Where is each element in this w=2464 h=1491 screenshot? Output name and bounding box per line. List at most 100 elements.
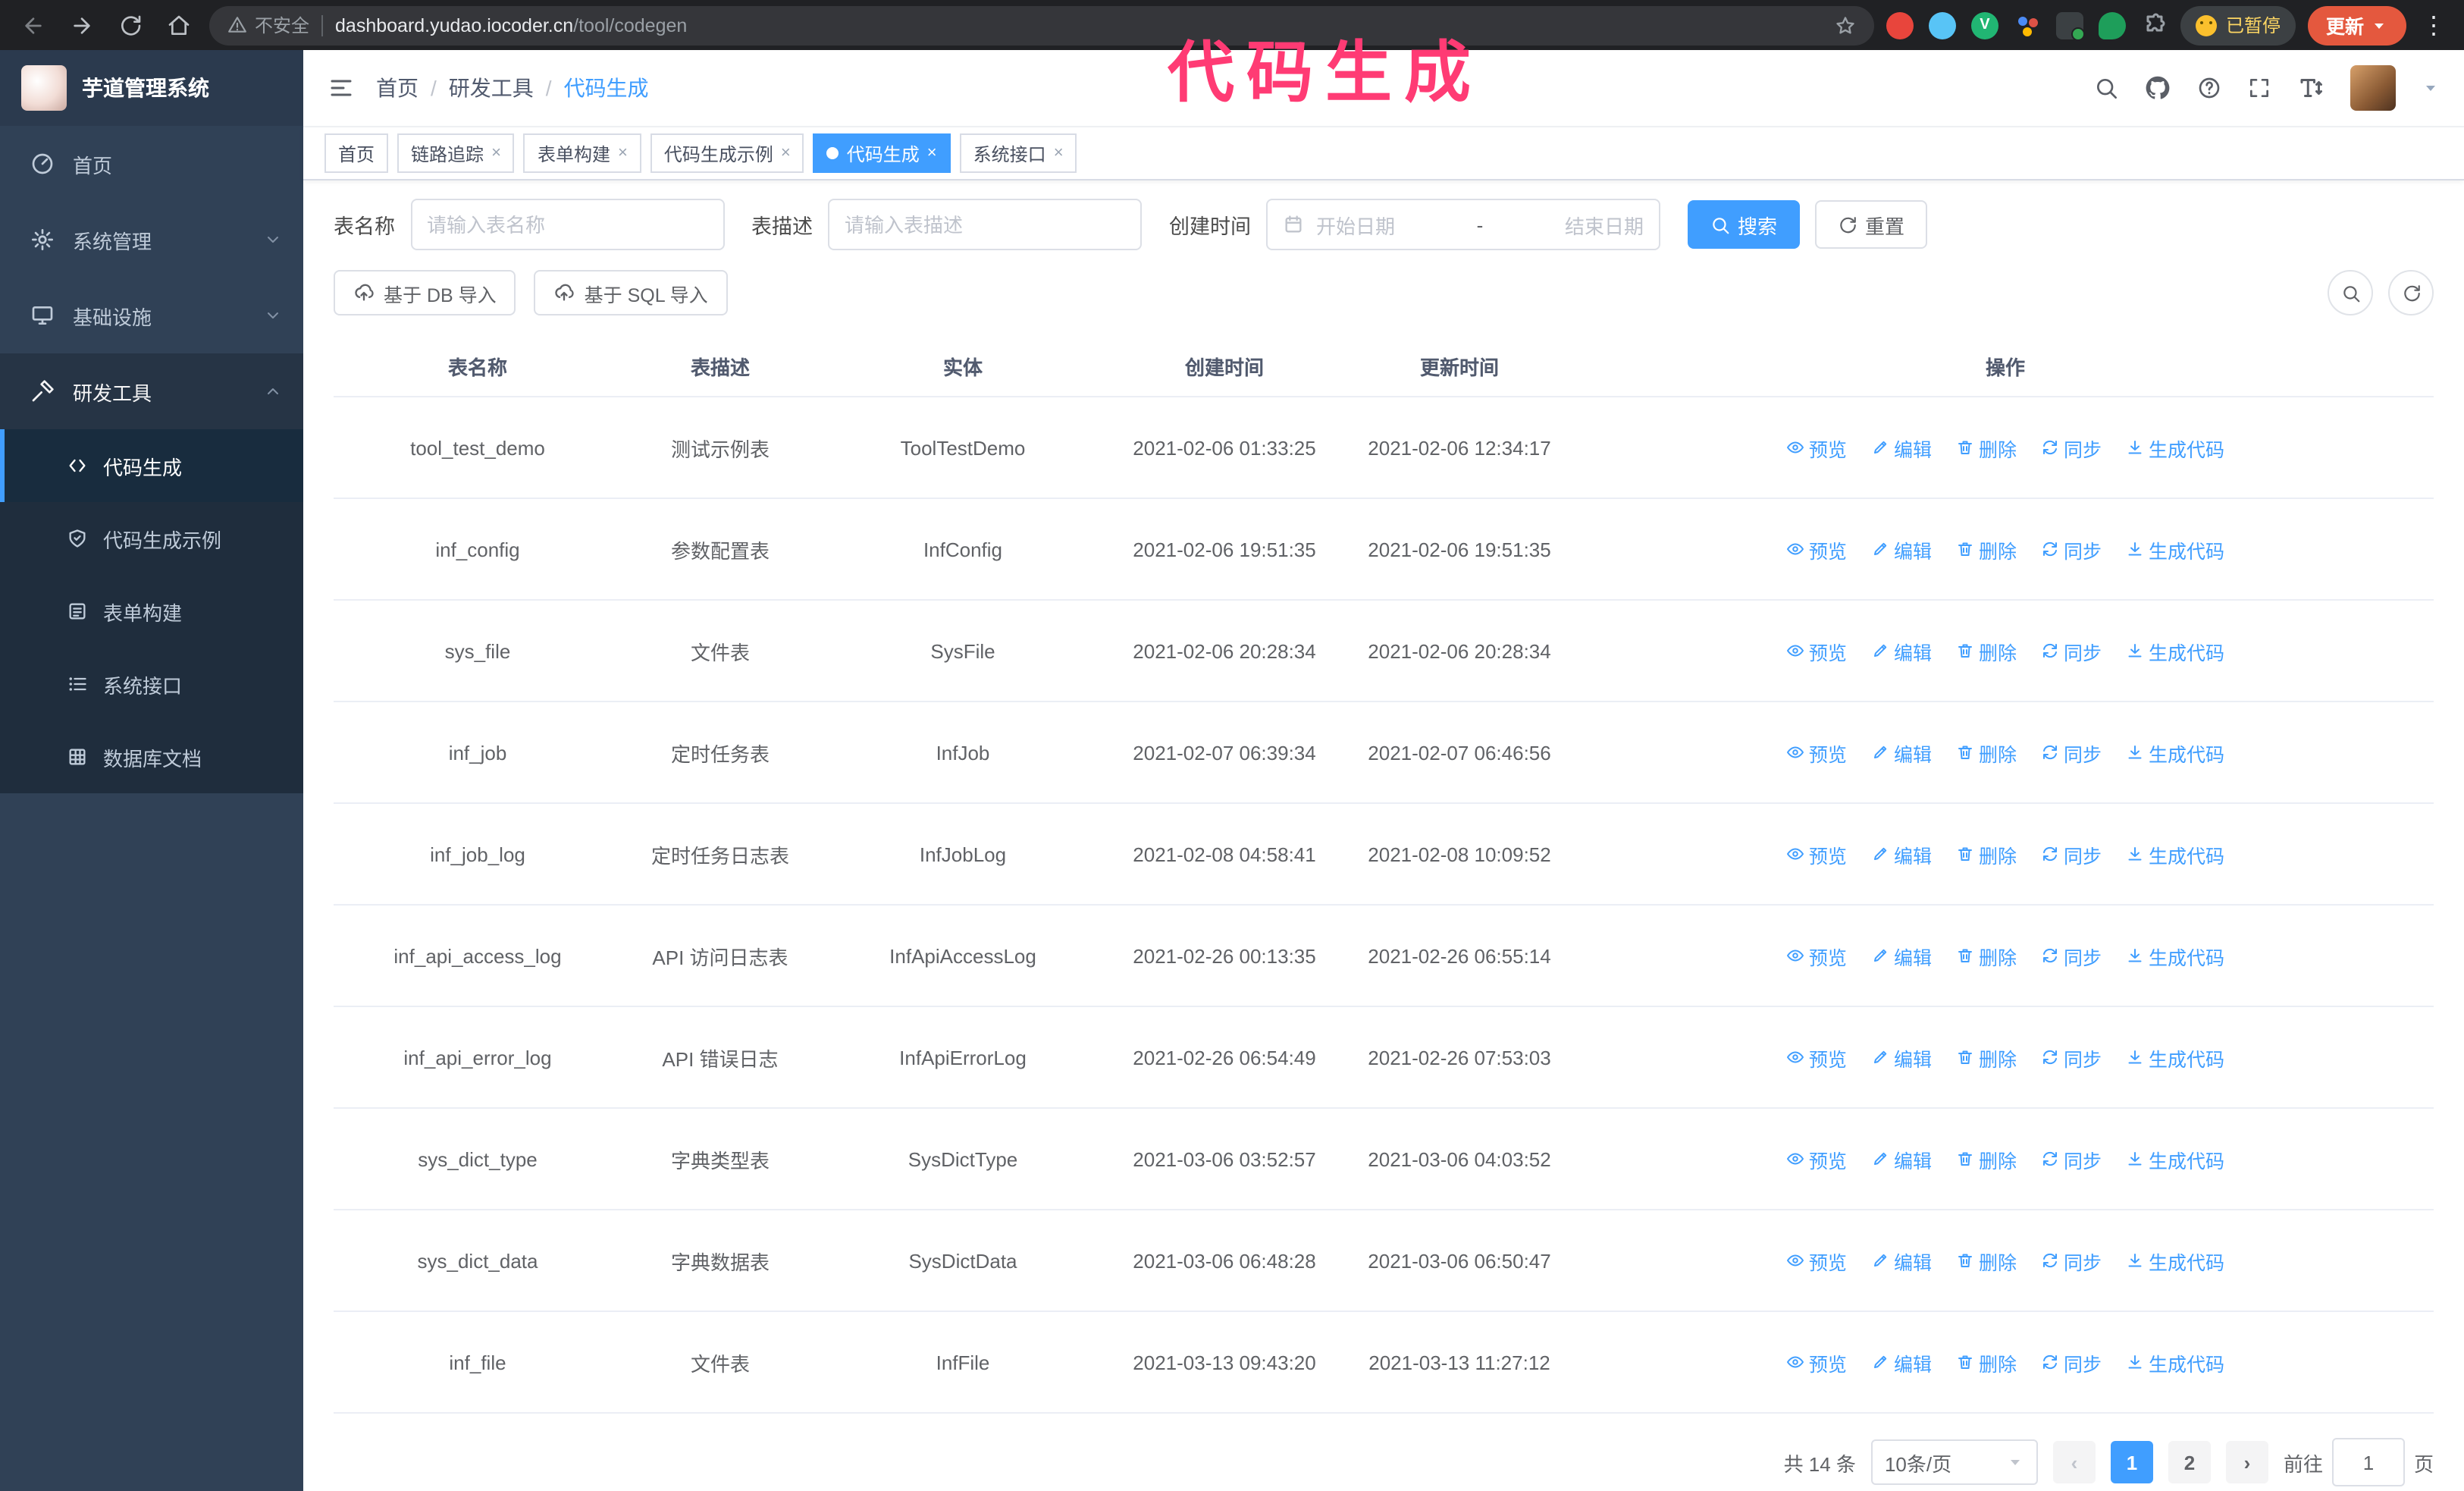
reset-button[interactable]: 重置 [1815,200,1928,249]
chevron-down-icon[interactable] [2422,79,2440,97]
action-preview-link[interactable]: 预览 [1786,738,1847,767]
extension-icon-1[interactable] [1886,11,1914,39]
close-icon[interactable]: × [927,144,937,162]
next-page-button[interactable]: › [2225,1441,2268,1483]
extension-icon-6[interactable] [2098,11,2126,39]
close-icon[interactable]: × [781,144,791,162]
action-delete-link[interactable]: 删除 [1956,433,2017,462]
close-icon[interactable]: × [491,144,501,162]
action-sync-link[interactable]: 同步 [2041,1246,2102,1275]
action-edit-link[interactable]: 编辑 [1871,433,1932,462]
action-delete-link[interactable]: 删除 [1956,840,2017,868]
action-edit-link[interactable]: 编辑 [1871,941,1932,970]
github-icon[interactable] [2144,74,2171,102]
action-sync-link[interactable]: 同步 [2041,941,2102,970]
sidebar-item-form-builder[interactable]: 表单构建 [0,575,303,648]
action-delete-link[interactable]: 删除 [1956,1144,2017,1173]
action-generate-link[interactable]: 生成代码 [2126,1043,2224,1072]
page-size-select[interactable]: 10条/页 [1870,1439,2038,1485]
sidebar-item-home[interactable]: 首页 [0,126,303,202]
action-edit-link[interactable]: 编辑 [1871,1144,1932,1173]
action-delete-link[interactable]: 删除 [1956,636,2017,665]
refresh-table-button[interactable] [2388,270,2434,315]
extension-icon-4[interactable] [2014,11,2041,39]
action-delete-link[interactable]: 删除 [1956,1246,2017,1275]
help-icon[interactable] [2197,76,2221,100]
sidebar-item-devtools[interactable]: 研发工具 [0,353,303,429]
sidebar-item-codegen-example[interactable]: 代码生成示例 [0,502,303,575]
user-avatar[interactable] [2350,65,2396,111]
action-generate-link[interactable]: 生成代码 [2126,941,2224,970]
action-sync-link[interactable]: 同步 [2041,535,2102,563]
breadcrumb-home[interactable]: 首页 [376,73,419,103]
extension-icon-5[interactable] [2055,11,2085,40]
action-edit-link[interactable]: 编辑 [1871,1043,1932,1072]
action-sync-link[interactable]: 同步 [2041,840,2102,868]
action-sync-link[interactable]: 同步 [2041,1348,2102,1376]
action-delete-link[interactable]: 删除 [1956,738,2017,767]
import-db-button[interactable]: 基于 DB 导入 [334,270,516,315]
sidebar-item-codegen[interactable]: 代码生成 [0,429,303,502]
search-button[interactable]: 搜索 [1688,200,1801,249]
tab-tracing[interactable]: 链路追踪 × [397,133,515,173]
browser-menu-kebab[interactable]: ⋮ [2419,10,2449,40]
tab-codegen[interactable]: 代码生成 × [813,133,951,173]
close-icon[interactable]: × [1054,144,1064,162]
browser-home-button[interactable] [161,7,197,43]
profile-paused-badge[interactable]: 已暂停 [2180,5,2296,45]
breadcrumb-devtools[interactable]: 研发工具 [449,73,534,103]
security-indicator[interactable]: 不安全 [227,12,309,38]
prev-page-button[interactable]: ‹ [2052,1441,2096,1483]
tab-home[interactable]: 首页 [324,133,389,173]
extensions-puzzle-icon[interactable] [2141,11,2168,39]
extension-icon-2[interactable] [1928,11,1956,39]
tab-form-builder[interactable]: 表单构建 × [523,133,641,173]
close-icon[interactable]: × [618,144,628,162]
action-preview-link[interactable]: 预览 [1786,1043,1847,1072]
sidebar-item-api[interactable]: 系统接口 [0,648,303,720]
table-desc-input[interactable] [828,199,1142,250]
table-name-input[interactable] [410,199,724,250]
browser-forward-button[interactable] [64,7,100,43]
app-logo[interactable]: 芋道管理系统 [0,50,303,126]
action-preview-link[interactable]: 预览 [1786,840,1847,868]
action-edit-link[interactable]: 编辑 [1871,636,1932,665]
action-preview-link[interactable]: 预览 [1786,1144,1847,1173]
action-preview-link[interactable]: 预览 [1786,636,1847,665]
action-generate-link[interactable]: 生成代码 [2126,535,2224,563]
action-edit-link[interactable]: 编辑 [1871,1246,1932,1275]
action-preview-link[interactable]: 预览 [1786,941,1847,970]
action-generate-link[interactable]: 生成代码 [2126,1348,2224,1376]
tab-codegen-example[interactable]: 代码生成示例 × [650,133,804,173]
action-preview-link[interactable]: 预览 [1786,535,1847,563]
browser-update-button[interactable]: 更新 [2307,5,2406,45]
action-delete-link[interactable]: 删除 [1956,1043,2017,1072]
action-sync-link[interactable]: 同步 [2041,1043,2102,1072]
browser-back-button[interactable] [15,7,52,43]
tab-api[interactable]: 系统接口 × [959,133,1077,173]
action-delete-link[interactable]: 删除 [1956,535,2017,563]
sidebar-item-infra[interactable]: 基础设施 [0,278,303,353]
action-preview-link[interactable]: 预览 [1786,1348,1847,1376]
date-range-picker[interactable]: 开始日期 - 结束日期 [1266,199,1660,250]
bookmark-star-icon[interactable] [1835,14,1856,36]
action-generate-link[interactable]: 生成代码 [2126,433,2224,462]
action-sync-link[interactable]: 同步 [2041,433,2102,462]
import-sql-button[interactable]: 基于 SQL 导入 [534,270,728,315]
action-generate-link[interactable]: 生成代码 [2126,636,2224,665]
browser-reload-button[interactable] [112,7,149,43]
extension-icon-3[interactable]: V [1970,11,1998,39]
action-preview-link[interactable]: 预览 [1786,433,1847,462]
action-delete-link[interactable]: 删除 [1956,941,2017,970]
address-bar[interactable]: 不安全 dashboard.yudao.iocoder.cn/tool/code… [209,5,1874,45]
action-generate-link[interactable]: 生成代码 [2126,738,2224,767]
action-edit-link[interactable]: 编辑 [1871,738,1932,767]
action-sync-link[interactable]: 同步 [2041,636,2102,665]
sidebar-toggle-button[interactable] [328,74,355,102]
action-delete-link[interactable]: 删除 [1956,1348,2017,1376]
sidebar-item-db-doc[interactable]: 数据库文档 [0,720,303,793]
fullscreen-icon[interactable] [2247,76,2271,100]
sidebar-item-system[interactable]: 系统管理 [0,202,303,278]
action-generate-link[interactable]: 生成代码 [2126,840,2224,868]
action-generate-link[interactable]: 生成代码 [2126,1144,2224,1173]
